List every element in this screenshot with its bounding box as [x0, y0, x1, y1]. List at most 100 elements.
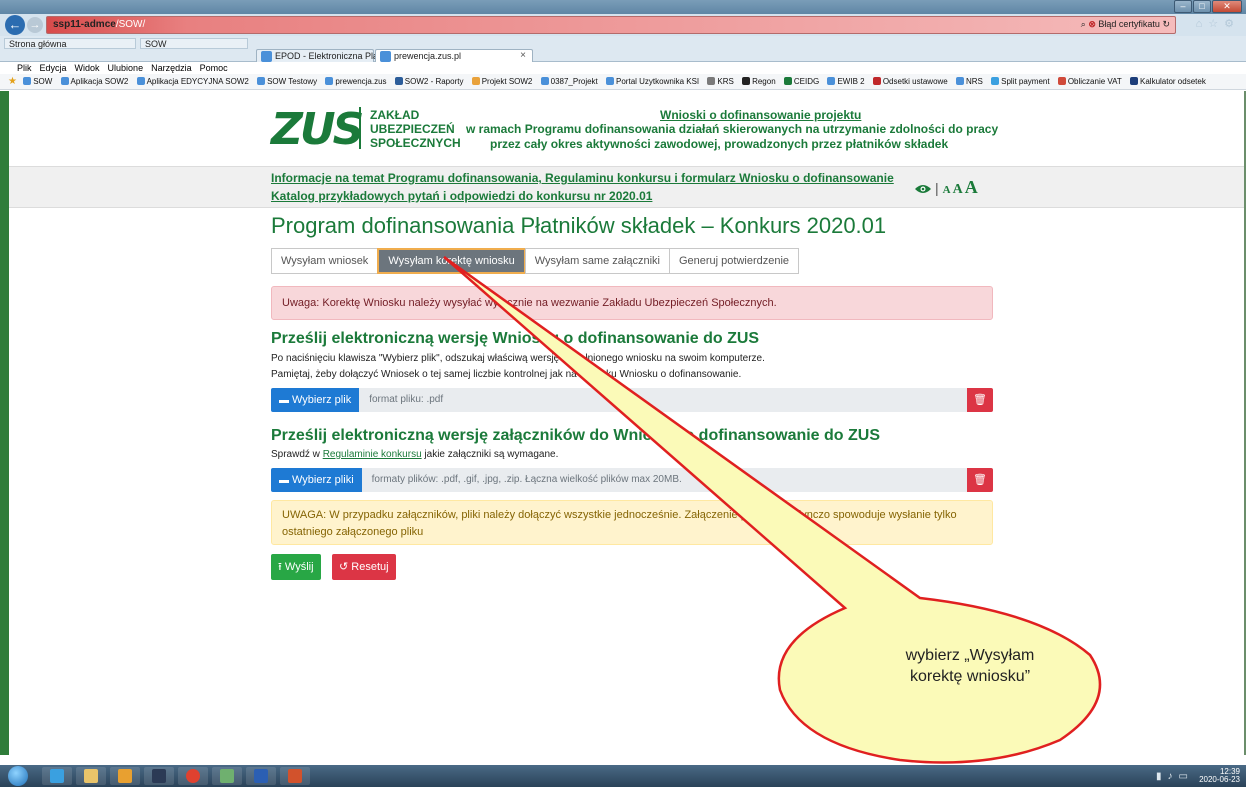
window-title-bar: – □ ✕	[0, 0, 1246, 14]
font-size-large-button[interactable]: A	[965, 177, 978, 198]
menu-help[interactable]: Pomoc	[200, 62, 228, 74]
battery-icon[interactable]: ▭	[1179, 771, 1194, 782]
send-button[interactable]: ⭱ Wyślij	[271, 554, 321, 580]
zus-logo[interactable]: ZUS	[271, 108, 364, 152]
bookmark-item[interactable]: Aplikacja SOW2	[60, 77, 128, 86]
font-size-small-button[interactable]: A	[943, 184, 951, 196]
faq-catalog-link[interactable]: Katalog przykładowych pytań i odpowiedzi…	[271, 189, 652, 203]
bookmark-item[interactable]: Odsetki ustawowe	[872, 77, 948, 86]
ie-page-icon	[955, 77, 964, 85]
header-title-link[interactable]: Wnioski o dofinansowanie projektu	[660, 108, 861, 122]
regon-icon	[742, 77, 751, 85]
bookmark-item[interactable]: 0387_Projekt	[540, 77, 598, 86]
browser-tab-prewencja[interactable]: prewencja.zus.pl ×	[375, 49, 533, 62]
taskbar-chrome-icon[interactable]	[178, 767, 208, 785]
bookmark-item[interactable]: Portal Uzytkownika KSI	[606, 77, 699, 86]
bookmark-label: Kalkulator odsetek	[1140, 77, 1206, 86]
taskbar-word-icon[interactable]	[246, 767, 276, 785]
bookmark-item[interactable]: Regon	[742, 77, 776, 86]
menu-tools[interactable]: Narzędzia	[151, 62, 192, 74]
close-window-button[interactable]: ✕	[1212, 0, 1242, 13]
certificate-error[interactable]: ⌕ ⊗ Błąd certyfikatu ↻	[1081, 17, 1170, 31]
volume-icon[interactable]: ♪	[1168, 771, 1179, 782]
bookmark-item[interactable]: Aplikacja EDYCYJNA SOW2	[136, 77, 249, 86]
bookmark-item[interactable]: SOW	[23, 77, 52, 86]
delete-file-button[interactable]: 🗑	[967, 388, 993, 412]
favorites-star-icon[interactable]: ★	[8, 76, 17, 87]
taskbar-powerpoint-icon[interactable]	[280, 767, 310, 785]
clock-date: 2020-06-23	[1199, 775, 1240, 784]
favorite-sow[interactable]: SOW	[140, 38, 248, 49]
address-bar[interactable]: ssp11-admce/SOW/	[46, 16, 1176, 34]
start-button-icon[interactable]	[8, 766, 28, 786]
folder-icon	[471, 77, 480, 85]
bookmark-item[interactable]: Split payment	[991, 77, 1050, 86]
program-info-link[interactable]: Informacje na temat Programu dofinansowa…	[271, 171, 894, 185]
bookmark-item[interactable]: SOW Testowy	[257, 77, 317, 86]
tab-send-correction[interactable]: Wysyłam korektę wniosku	[377, 248, 526, 274]
browser-tab-epod[interactable]: EPOD - Elektroniczna Platform...	[256, 49, 406, 62]
page-icon	[261, 51, 272, 62]
bookmark-item[interactable]: Projekt SOW2	[471, 77, 532, 86]
ie-page-icon	[606, 77, 615, 85]
menu-bar: Plik Edycja Widok Ulubione Narzędzia Pom…	[0, 62, 1246, 74]
taskbar-media-icon[interactable]	[144, 767, 174, 785]
menu-edit[interactable]: Edycja	[40, 62, 67, 74]
font-size-medium-button[interactable]: A	[953, 182, 963, 198]
tab-send-attachments[interactable]: Wysyłam same załączniki	[524, 248, 670, 274]
eye-icon[interactable]	[915, 184, 931, 194]
taskbar-outlook-icon[interactable]	[110, 767, 140, 785]
regulations-link[interactable]: Regulaminie konkursu	[323, 449, 422, 460]
bookmark-item[interactable]: EWIB 2	[827, 77, 865, 86]
attachments-file-field[interactable]: formaty plików: .pdf, .gif, .jpg, .zip. …	[361, 468, 967, 492]
bookmark-item[interactable]: NRS	[955, 77, 983, 86]
bookmark-label: Obliczanie VAT	[1067, 77, 1122, 86]
maximize-button[interactable]: □	[1193, 0, 1211, 13]
bookmark-item[interactable]: Kalkulator odsetek	[1130, 77, 1206, 86]
ceidg-icon	[783, 77, 792, 85]
bookmark-item[interactable]: CEIDG	[783, 77, 819, 86]
application-upload-text-1: Po naciśnięciu klawisza "Wybierz plik", …	[271, 353, 765, 364]
menu-view[interactable]: Widok	[75, 62, 100, 74]
taskbar-calendar-icon[interactable]	[212, 767, 242, 785]
reset-button[interactable]: ↺ Resetuj	[332, 554, 396, 580]
favorites-star-icon[interactable]: ☆	[1208, 18, 1224, 30]
home-icon[interactable]: ⌂	[1196, 18, 1209, 30]
minimize-button[interactable]: –	[1174, 0, 1192, 13]
favorite-home-label: Strona główna	[9, 39, 67, 49]
taskbar-explorer-icon[interactable]	[76, 767, 106, 785]
calculator-icon	[1130, 77, 1138, 85]
bookmark-item[interactable]: SOW2 - Raporty	[394, 77, 464, 86]
attachments-text-prefix: Sprawdź w	[271, 449, 320, 460]
reset-icon: ↺	[339, 561, 349, 573]
menu-file[interactable]: Plik	[17, 62, 32, 74]
tab-send-application[interactable]: Wysyłam wniosek	[271, 248, 379, 274]
choose-file-button[interactable]: ▬ Wybierz plik	[271, 388, 360, 412]
close-tab-icon[interactable]: ×	[520, 50, 526, 62]
choose-files-button[interactable]: ▬ Wybierz pliki	[271, 468, 362, 492]
system-clock[interactable]: 12:39 2020-06-23	[1199, 768, 1240, 784]
network-icon[interactable]: ▮	[1156, 771, 1168, 782]
settings-gear-icon[interactable]: ⚙	[1224, 18, 1240, 30]
a11y-separator: |	[935, 180, 939, 196]
bookmark-label: Regon	[752, 77, 776, 86]
bookmark-label: KRS	[717, 77, 734, 86]
browser-tab-label: prewencja.zus.pl	[394, 51, 462, 61]
bookmark-item[interactable]: prewencja.zus	[325, 77, 387, 86]
bookmarks-bar: ★ SOW Aplikacja SOW2 Aplikacja EDYCYJNA …	[0, 74, 1246, 90]
taskbar-ie-icon[interactable]	[42, 767, 72, 785]
application-file-field[interactable]: format pliku: .pdf	[359, 388, 967, 412]
upload-icon: ⭱	[278, 561, 282, 573]
reset-button-label: Resetuj	[351, 561, 389, 573]
folder-open-icon: ▬	[279, 475, 289, 486]
delete-files-button[interactable]: 🗑	[967, 468, 993, 492]
tab-generate-confirmation[interactable]: Generuj potwierdzenie	[668, 248, 800, 274]
bookmark-label: SOW2 - Raporty	[404, 77, 464, 86]
refresh-icon[interactable]: ↻	[1162, 19, 1170, 29]
bookmark-item[interactable]: KRS	[707, 77, 734, 86]
bookmark-item[interactable]: Obliczanie VAT	[1057, 77, 1122, 86]
menu-favorites[interactable]: Ulubione	[108, 62, 144, 74]
back-arrow-icon[interactable]: ←	[5, 15, 25, 35]
forward-arrow-icon[interactable]: →	[27, 17, 43, 33]
favorite-home[interactable]: Strona główna	[4, 38, 136, 49]
